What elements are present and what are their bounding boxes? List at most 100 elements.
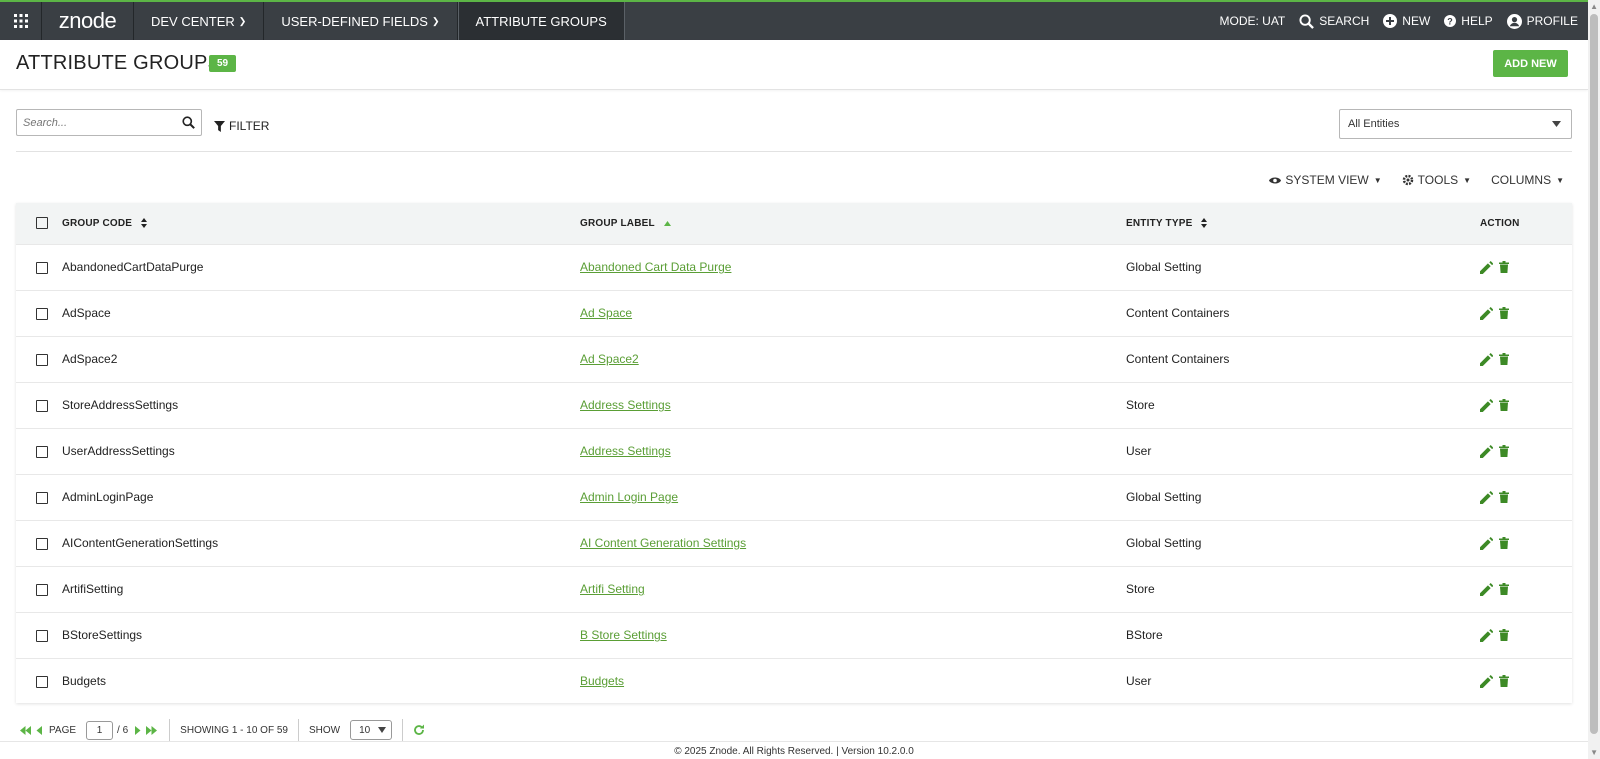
- sort-icon: [141, 218, 148, 229]
- group-code-cell: AIContentGenerationSettings: [62, 519, 580, 566]
- nav-dev-center[interactable]: DEV CENTER ❯: [134, 2, 265, 40]
- group-label-link[interactable]: Address Settings: [580, 444, 671, 458]
- group-label-link[interactable]: Address Settings: [580, 398, 671, 412]
- pagination: PAGE 1 / 6 SHOWING 1 - 10 OF 59 SHOW 10: [20, 719, 425, 741]
- group-label-link[interactable]: Ad Space2: [580, 352, 639, 366]
- column-header-group-code[interactable]: GROUP CODE: [62, 203, 580, 244]
- app-grid-icon[interactable]: [0, 2, 42, 40]
- page-scrollbar[interactable]: ▲ ▼: [1588, 0, 1600, 759]
- first-page-icon[interactable]: [20, 725, 31, 735]
- system-view-dropdown[interactable]: SYSTEM VIEW ▼: [1269, 173, 1382, 187]
- delete-trash-icon[interactable]: [1499, 675, 1509, 688]
- group-label-link[interactable]: AI Content Generation Settings: [580, 536, 746, 550]
- page-size-select[interactable]: 10: [350, 720, 393, 740]
- system-view-label: SYSTEM VIEW: [1285, 173, 1369, 187]
- refresh-icon[interactable]: [413, 724, 425, 736]
- delete-trash-icon[interactable]: [1499, 583, 1509, 595]
- last-page-icon[interactable]: [146, 725, 158, 735]
- table-header-row: GROUP CODE GROUP LABEL ENTITY TYPE ACTIO…: [16, 203, 1572, 244]
- column-header-group-label[interactable]: GROUP LABEL: [580, 203, 1126, 244]
- entity-type-cell: Global Setting: [1126, 243, 1480, 290]
- group-label-link[interactable]: Budgets: [580, 674, 624, 688]
- row-checkbox[interactable]: [36, 583, 48, 596]
- nav-attribute-groups[interactable]: ATTRIBUTE GROUPS: [457, 2, 625, 40]
- new-button[interactable]: NEW: [1383, 14, 1430, 28]
- edit-pencil-icon[interactable]: [1480, 628, 1493, 642]
- delete-trash-icon[interactable]: [1499, 537, 1509, 549]
- search-icon[interactable]: [182, 116, 195, 129]
- group-label-link[interactable]: Abandoned Cart Data Purge: [580, 260, 731, 274]
- group-label-link[interactable]: B Store Settings: [580, 628, 667, 642]
- delete-trash-icon[interactable]: [1499, 399, 1509, 411]
- row-checkbox[interactable]: [36, 445, 48, 458]
- next-page-icon[interactable]: [134, 725, 141, 735]
- page-size-value: 10: [359, 724, 371, 736]
- row-actions: [1480, 398, 1572, 412]
- delete-trash-icon[interactable]: [1499, 261, 1509, 273]
- profile-button[interactable]: PROFILE: [1506, 13, 1578, 29]
- edit-pencil-icon[interactable]: [1480, 306, 1493, 320]
- entity-type-cell: User: [1126, 657, 1480, 704]
- znode-logo[interactable]: znode: [42, 2, 134, 40]
- edit-pencil-icon[interactable]: [1480, 536, 1493, 550]
- columns-dropdown[interactable]: COLUMNS ▼: [1491, 173, 1564, 187]
- row-checkbox[interactable]: [36, 676, 48, 689]
- scroll-thumb[interactable]: [1590, 14, 1598, 734]
- row-checkbox[interactable]: [36, 307, 48, 320]
- select-all-checkbox[interactable]: [36, 217, 48, 230]
- caret-down-icon: [378, 727, 387, 733]
- caret-down-icon: [1552, 121, 1561, 127]
- group-label-link[interactable]: Artifi Setting: [580, 582, 645, 596]
- delete-trash-icon[interactable]: [1499, 491, 1509, 503]
- divider: [16, 151, 1572, 152]
- search-input[interactable]: [23, 116, 173, 129]
- group-code-cell: Budgets: [62, 657, 580, 704]
- mode-indicator: MODE: UAT: [1219, 14, 1285, 28]
- edit-pencil-icon[interactable]: [1480, 582, 1493, 596]
- help-button[interactable]: ? HELP: [1444, 14, 1493, 28]
- grid-toolbar: SYSTEM VIEW ▼ TOOLS ▼ COLUMNS ▼: [1249, 173, 1564, 187]
- prev-page-icon[interactable]: [36, 725, 43, 735]
- row-checkbox[interactable]: [36, 537, 48, 550]
- group-label-link[interactable]: Ad Space: [580, 306, 632, 320]
- group-code-cell: StoreAddressSettings: [62, 381, 580, 428]
- row-checkbox[interactable]: [36, 261, 48, 274]
- group-code-cell: UserAddressSettings: [62, 427, 580, 474]
- tools-dropdown[interactable]: TOOLS ▼: [1402, 173, 1471, 187]
- add-new-button[interactable]: ADD NEW: [1493, 50, 1568, 77]
- row-checkbox[interactable]: [36, 629, 48, 642]
- help-label: HELP: [1461, 14, 1493, 28]
- filter-button[interactable]: FILTER: [214, 119, 269, 133]
- entity-type-cell: Global Setting: [1126, 473, 1480, 520]
- page-number-input[interactable]: 1: [86, 720, 114, 740]
- edit-pencil-icon[interactable]: [1480, 260, 1493, 274]
- edit-pencil-icon[interactable]: [1480, 398, 1493, 412]
- entity-type-cell: User: [1126, 427, 1480, 474]
- table-row: AdSpace2 Ad Space2 Content Containers: [16, 335, 1572, 382]
- count-badge: 59: [209, 55, 237, 72]
- column-header-entity-type[interactable]: ENTITY TYPE: [1126, 203, 1480, 244]
- scroll-up-arrow[interactable]: ▲: [1590, 2, 1598, 11]
- nav-user-defined-fields[interactable]: USER-DEFINED FIELDS ❯: [264, 2, 458, 40]
- search-icon: [1299, 13, 1315, 29]
- delete-trash-icon[interactable]: [1499, 445, 1509, 457]
- row-checkbox[interactable]: [36, 491, 48, 504]
- delete-trash-icon[interactable]: [1499, 629, 1509, 641]
- entity-select[interactable]: All Entities: [1339, 109, 1572, 139]
- edit-pencil-icon[interactable]: [1480, 674, 1493, 688]
- group-label-link[interactable]: Admin Login Page: [580, 490, 678, 504]
- edit-pencil-icon[interactable]: [1480, 444, 1493, 458]
- delete-trash-icon[interactable]: [1499, 353, 1509, 365]
- scroll-down-arrow[interactable]: ▼: [1590, 748, 1598, 757]
- group-code-header-label: GROUP CODE: [62, 217, 133, 229]
- separator: [402, 719, 404, 741]
- row-checkbox[interactable]: [36, 353, 48, 366]
- delete-trash-icon[interactable]: [1499, 307, 1509, 319]
- edit-pencil-icon[interactable]: [1480, 490, 1493, 504]
- edit-pencil-icon[interactable]: [1480, 352, 1493, 366]
- row-checkbox[interactable]: [36, 399, 48, 412]
- row-actions: [1480, 490, 1572, 504]
- search-button[interactable]: SEARCH: [1299, 13, 1369, 29]
- mode-label: MODE: UAT: [1219, 14, 1286, 28]
- show-label: SHOW: [308, 724, 341, 736]
